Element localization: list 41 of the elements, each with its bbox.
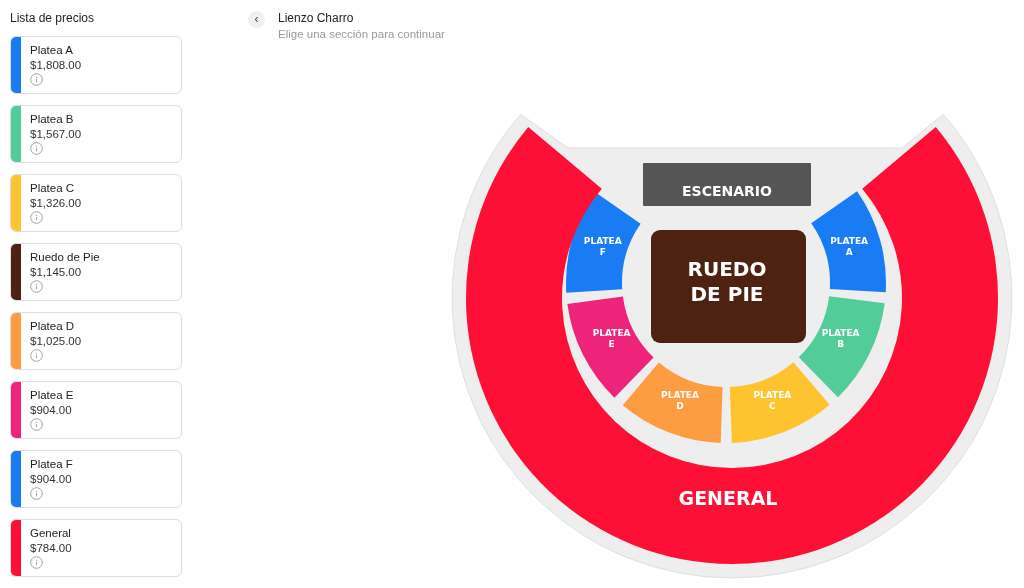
seating-section[interactable]: PLATEA A — [811, 191, 886, 293]
section-name: Ruedo de Pie — [30, 251, 100, 263]
info-icon[interactable] — [30, 280, 43, 293]
price-list-title: Lista de precios — [10, 11, 96, 25]
section-price: $1,567.00 — [30, 128, 82, 140]
section-price: $1,145.00 — [30, 266, 83, 278]
seating-section[interactable]: PLATEA E — [567, 296, 654, 398]
section-price: $1,326.00 — [30, 197, 82, 209]
venue-title: Lienzo Charro — [278, 11, 355, 25]
info-icon[interactable] — [30, 142, 43, 155]
section-name: Platea E — [30, 389, 74, 401]
info-icon[interactable] — [30, 418, 43, 431]
price-card[interactable]: Platea C $1,326.00 — [10, 174, 182, 232]
price-card[interactable]: Platea D $1,025.00 — [10, 312, 182, 370]
seating-section[interactable]: ESCENARIO — [643, 163, 811, 206]
price-card[interactable]: Ruedo de Pie $1,145.00 — [10, 243, 182, 301]
info-icon[interactable] — [30, 349, 43, 362]
section-name: Platea A — [30, 44, 74, 56]
seating-section[interactable]: PLATEA F — [566, 191, 641, 293]
section-price: $1,025.00 — [30, 335, 82, 347]
price-card[interactable]: Platea F $904.00 — [10, 450, 182, 508]
section-price: $904.00 — [30, 473, 73, 485]
price-card[interactable]: General $784.00 — [10, 519, 182, 577]
section-price: $904.00 — [30, 404, 73, 416]
section-name: Platea D — [30, 320, 76, 332]
section-price: $784.00 — [30, 542, 72, 554]
seating-section[interactable]: RUEDO DE PIE — [651, 230, 806, 343]
info-icon[interactable] — [30, 487, 43, 500]
venue-subtitle: Elige una sección para continuar — [278, 28, 445, 40]
section-name: Platea C — [30, 182, 76, 194]
price-card[interactable]: Platea E $904.00 — [10, 381, 182, 439]
info-icon[interactable] — [30, 556, 43, 569]
section-name: Platea B — [30, 113, 75, 125]
back-button[interactable]: ‹ — [248, 11, 265, 28]
price-card[interactable]: Platea B $1,567.00 — [10, 105, 182, 163]
section-name: General — [30, 527, 72, 539]
section-price: $1,808.00 — [30, 59, 82, 71]
info-icon[interactable] — [30, 73, 43, 86]
section-name: Platea F — [30, 458, 73, 470]
info-icon[interactable] — [30, 211, 43, 224]
price-card[interactable]: Platea A $1,808.00 — [10, 36, 182, 94]
